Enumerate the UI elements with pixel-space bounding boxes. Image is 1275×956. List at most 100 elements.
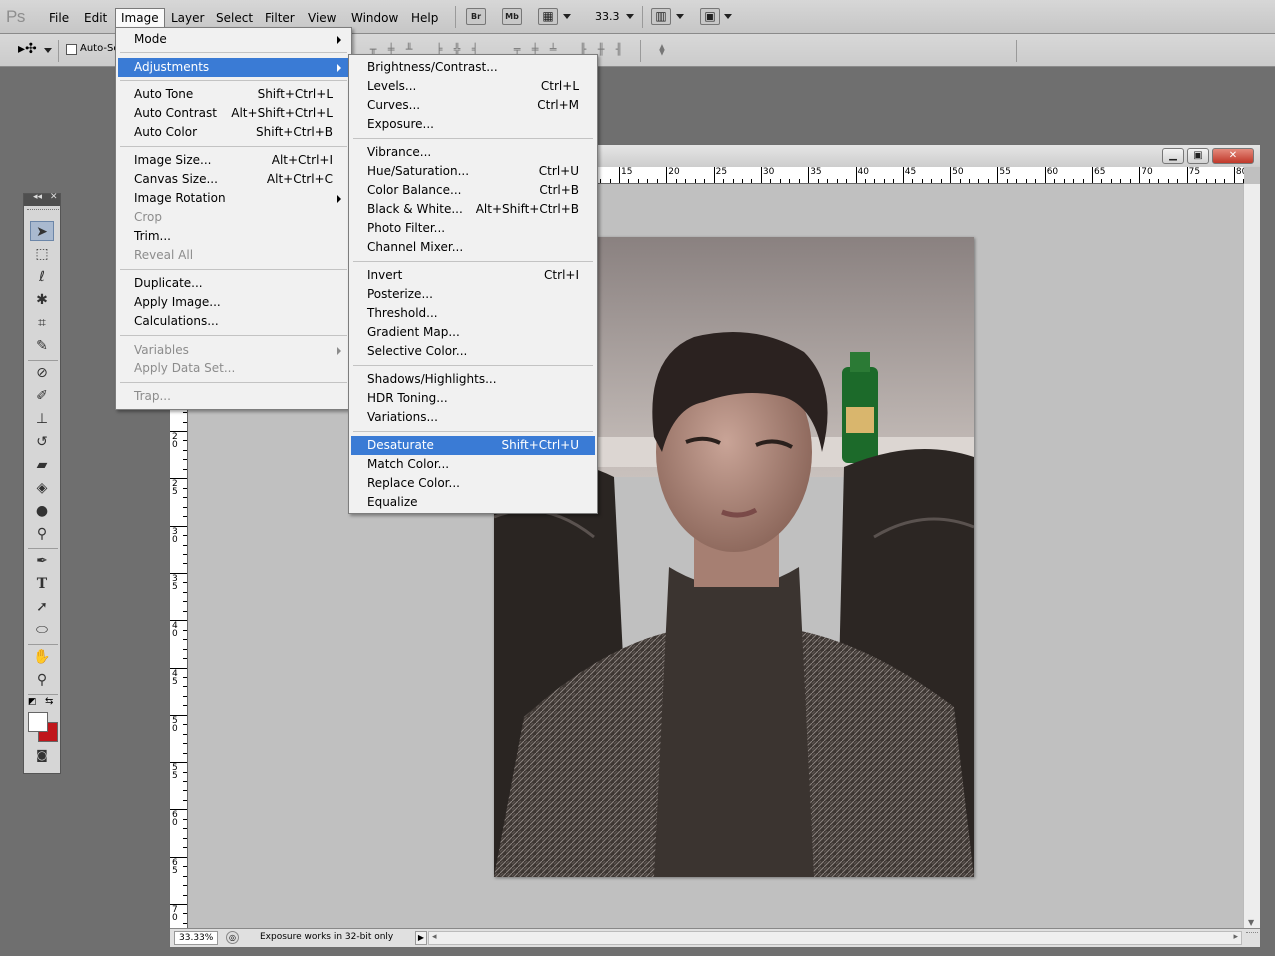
hand-icon[interactable]: ✋ (30, 647, 54, 667)
healing-brush-icon[interactable]: ⊘ (30, 363, 54, 383)
menu-item-color-balance[interactable]: Color Balance... Ctrl+B (351, 181, 595, 200)
menu-item-canvas-size[interactable]: Canvas Size... Alt+Ctrl+C (118, 170, 349, 189)
menu-item-posterize[interactable]: Posterize... (351, 285, 595, 304)
menu-item-calculations[interactable]: Calculations... (118, 312, 349, 331)
menu-item-black-white[interactable]: Black & White... Alt+Shift+Ctrl+B (351, 200, 595, 219)
screen-mode-icon[interactable]: ▣ (700, 8, 720, 25)
menu-item-image-size[interactable]: Image Size... Alt+Ctrl+I (118, 151, 349, 170)
menu-edit[interactable]: Edit (79, 9, 112, 29)
menu-select[interactable]: Select (211, 9, 258, 29)
menu-item-adjustments[interactable]: Adjustments (118, 58, 349, 77)
menu-item-photo-filter[interactable]: Photo Filter... (351, 219, 595, 238)
menu-item-shadows-highlights[interactable]: Shadows/Highlights... (351, 370, 595, 389)
vertical-scrollbar[interactable]: ▼ (1243, 184, 1260, 929)
menu-item-variations[interactable]: Variations... (351, 408, 595, 427)
foreground-color-swatch[interactable] (28, 712, 48, 732)
default-colors-icon[interactable]: ◩ (28, 697, 37, 707)
close-icon[interactable]: ✕ (1212, 148, 1254, 164)
menu-item-hdr-toning[interactable]: HDR Toning... (351, 389, 595, 408)
menu-item-vibrance[interactable]: Vibrance... (351, 143, 595, 162)
menu-file[interactable]: File (44, 9, 74, 29)
menu-item-auto-tone[interactable]: Auto Tone Shift+Ctrl+L (118, 85, 349, 104)
menu-item-apply-data-set[interactable]: Apply Data Set... (118, 359, 349, 378)
close-panel-icon[interactable]: ✕ (50, 192, 58, 202)
menu-item-match-color[interactable]: Match Color... (351, 455, 595, 474)
menu-view[interactable]: View (303, 9, 341, 29)
menu-item-replace-color[interactable]: Replace Color... (351, 474, 595, 493)
blur-icon[interactable]: ● (30, 501, 54, 521)
document-profile-icon[interactable]: ◎ (226, 931, 239, 944)
lasso-icon[interactable]: ℓ (30, 267, 54, 287)
eraser-icon[interactable]: ▰ (30, 455, 54, 475)
menu-image[interactable]: Image (115, 8, 165, 28)
menu-item-apply-image[interactable]: Apply Image... (118, 293, 349, 312)
menu-item-channel-mixer[interactable]: Channel Mixer... (351, 238, 595, 257)
scroll-right-icon[interactable]: ▸ (1233, 932, 1238, 942)
resize-grip-icon[interactable] (1246, 932, 1258, 944)
quick-select-icon[interactable]: ✱ (30, 290, 54, 310)
distribute-right-icon[interactable]: ╢ (612, 43, 626, 57)
arrange-dropdown-icon[interactable] (676, 14, 684, 19)
quick-mask-icon[interactable]: ◙ (30, 745, 54, 765)
menu-item-threshold[interactable]: Threshold... (351, 304, 595, 323)
menu-help[interactable]: Help (406, 9, 443, 29)
menu-item-image-rotation[interactable]: Image Rotation (118, 189, 349, 208)
menu-filter[interactable]: Filter (260, 9, 300, 29)
menu-item-trim[interactable]: Trim... (118, 227, 349, 246)
screen-mode-dropdown-icon[interactable] (724, 14, 732, 19)
status-menu-arrow-icon[interactable]: ▶ (415, 931, 427, 945)
path-selection-icon[interactable]: ➚ (30, 597, 54, 617)
menu-item-desaturate[interactable]: Desaturate Shift+Ctrl+U (351, 436, 595, 455)
zoom-level[interactable]: 33.3 (590, 8, 625, 28)
menu-item-hue-saturation[interactable]: Hue/Saturation... Ctrl+U (351, 162, 595, 181)
zoom-percentage-field[interactable]: 33.33% (174, 931, 218, 945)
zoom-icon[interactable]: ⚲ (30, 670, 54, 690)
menu-item-gradient-map[interactable]: Gradient Map... (351, 323, 595, 342)
scroll-left-icon[interactable]: ◂ (432, 932, 437, 942)
menu-item-exposure[interactable]: Exposure... (351, 115, 595, 134)
menu-item-curves[interactable]: Curves... Ctrl+M (351, 96, 595, 115)
bridge-button[interactable]: Br (466, 8, 486, 25)
auto-select-checkbox[interactable] (66, 44, 77, 55)
minimize-icon[interactable]: ▁ (1162, 148, 1184, 164)
maximize-icon[interactable]: ▣ (1187, 148, 1209, 164)
menu-item-brightness-contrast[interactable]: Brightness/Contrast... (351, 58, 595, 77)
marquee-icon[interactable]: ⬚ (30, 244, 54, 264)
brush-icon[interactable]: ✐ (30, 386, 54, 406)
crop-icon[interactable]: ⌗ (30, 313, 54, 333)
move-icon[interactable]: ➤ (30, 221, 54, 241)
menu-item-invert[interactable]: Invert Ctrl+I (351, 266, 595, 285)
history-brush-icon[interactable]: ↺ (30, 432, 54, 452)
menu-item-variables[interactable]: Variables (118, 341, 349, 360)
menu-item-auto-contrast[interactable]: Auto Contrast Alt+Shift+Ctrl+L (118, 104, 349, 123)
type-icon[interactable]: T (30, 574, 54, 594)
ellipse-shape-icon[interactable]: ⬭ (30, 620, 54, 640)
paint-bucket-icon[interactable]: ◈ (30, 478, 54, 498)
dodge-icon[interactable]: ⚲ (30, 524, 54, 544)
menu-item-levels[interactable]: Levels... Ctrl+L (351, 77, 595, 96)
mini-bridge-button[interactable]: Mb (502, 8, 522, 25)
menu-window[interactable]: Window (346, 9, 403, 29)
move-tool-preset-icon[interactable]: ▸✣ (18, 41, 37, 57)
menu-layer[interactable]: Layer (166, 9, 209, 29)
menu-item-auto-color[interactable]: Auto Color Shift+Ctrl+B (118, 123, 349, 142)
tools-panel-header[interactable]: ◂◂ ✕ (24, 192, 60, 206)
extras-icon[interactable]: ▦ (538, 8, 558, 25)
arrange-documents-icon[interactable]: ▥ (651, 8, 671, 25)
zoom-dropdown-icon[interactable] (626, 14, 634, 19)
panel-grip[interactable] (27, 209, 59, 212)
menu-item-duplicate[interactable]: Duplicate... (118, 274, 349, 293)
horizontal-scrollbar[interactable]: ◂ ▸ (428, 931, 1242, 945)
menu-item-mode[interactable]: Mode (118, 30, 349, 49)
pen-icon[interactable]: ✒ (30, 551, 54, 571)
menu-item-reveal-all[interactable]: Reveal All (118, 246, 349, 265)
scroll-down-icon[interactable]: ▼ (1248, 918, 1254, 927)
menu-item-equalize[interactable]: Equalize (351, 493, 595, 512)
swap-colors-icon[interactable]: ⇆ (45, 696, 53, 707)
extras-dropdown-icon[interactable] (563, 14, 571, 19)
menu-item-trap[interactable]: Trap... (118, 387, 349, 406)
collapse-panel-icon[interactable]: ◂◂ (33, 192, 42, 202)
menu-item-crop[interactable]: Crop (118, 208, 349, 227)
menu-item-selective-color[interactable]: Selective Color... (351, 342, 595, 361)
auto-align-layers-icon[interactable]: ⧫ (655, 43, 669, 57)
